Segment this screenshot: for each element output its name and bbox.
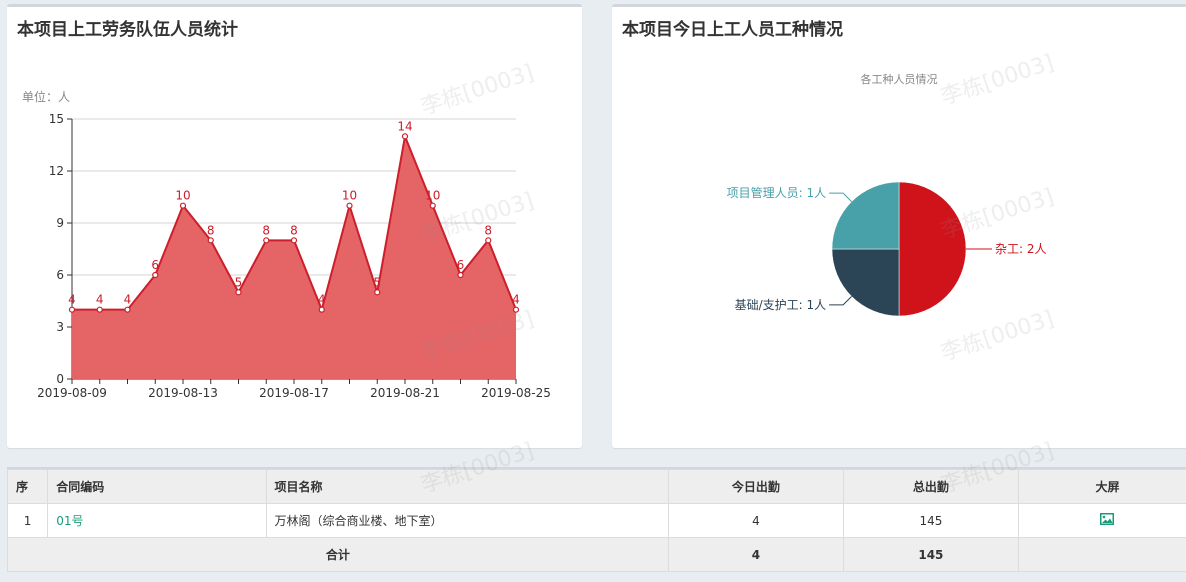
pie-slice [831, 248, 900, 317]
data-label: 4 [318, 293, 326, 307]
image-icon[interactable] [1100, 513, 1115, 528]
area-fill [72, 136, 516, 379]
x-tick-label: 2019-08-13 [148, 386, 218, 400]
data-label: 5 [235, 275, 243, 289]
attendance-table: 序 合同编码 项目名称 今日出勤 总出勤 大屏 1 01号 万林阁（综合商业楼、… [6, 469, 1186, 572]
y-tick-label: 0 [56, 372, 64, 386]
total-label: 合计 [7, 537, 669, 572]
data-label: 4 [124, 293, 132, 307]
worker-stats-panel: 本项目上工劳务队伍人员统计 单位：人 0 3 6 9 12 15 2019-08-09 2019… [7, 4, 582, 448]
x-tick-label: 2019-08-17 [259, 386, 329, 400]
cell-project: 万林阁（综合商业楼、地下室） [265, 503, 669, 538]
data-label: 10 [425, 189, 440, 203]
work-type-panel: 本项目今日上工人员工种情况 各工种人员情况 杂工: 2人 基础/支护工: 1人 项目管… [612, 4, 1186, 448]
data-label: 8 [262, 223, 270, 237]
pie-label-line [829, 192, 852, 202]
data-point [318, 306, 325, 313]
header-project: 项目名称 [265, 469, 669, 504]
pie-label-line [829, 296, 852, 306]
y-tick-label: 9 [56, 216, 64, 230]
data-point [96, 306, 103, 313]
data-point [207, 237, 214, 244]
x-tick-label: 2019-08-21 [370, 386, 440, 400]
cell-contract: 01号 [47, 503, 267, 538]
data-point [124, 306, 131, 313]
table-row: 1 01号 万林阁（综合商业楼、地下室） 4 145 [6, 503, 1186, 538]
y-tick-label: 12 [49, 164, 64, 178]
pie-label: 项目管理人员: 1人 [727, 185, 827, 200]
data-point [512, 306, 520, 313]
cell-screen [1017, 503, 1186, 538]
x-tick-label: 2019-08-25 [481, 386, 551, 400]
data-point [290, 237, 298, 244]
data-label: 6 [457, 258, 465, 272]
cell-seq: 1 [6, 503, 49, 538]
data-label: 4 [96, 293, 104, 307]
data-point [374, 289, 381, 296]
pie-label: 杂工: 2人 [995, 242, 1047, 256]
table-total-row: 合计 4 145 [7, 537, 1186, 572]
data-point [457, 271, 464, 279]
data-point [235, 289, 242, 296]
total-total: 145 [842, 537, 1019, 572]
header-seq: 序 [6, 469, 49, 504]
cell-today: 4 [667, 503, 844, 538]
header-screen: 大屏 [1017, 469, 1186, 504]
pie-slice [831, 181, 900, 250]
data-label: 8 [484, 223, 492, 237]
data-label: 8 [207, 223, 215, 237]
data-point [485, 237, 492, 244]
work-type-pie-chart: 各工种人员情况杂工: 2人基础/支护工: 1人 项目管理人员: 1人 [727, 72, 1047, 317]
total-screen [1017, 537, 1186, 572]
data-point [263, 237, 270, 244]
data-label: 8 [290, 223, 298, 237]
data-label: 10 [175, 189, 190, 203]
header-contract: 合同编码 [47, 469, 267, 504]
y-tick-label: 15 [49, 112, 64, 126]
data-label: 5 [373, 275, 381, 289]
data-label: 10 [342, 189, 357, 203]
data-point [429, 202, 436, 209]
cell-total: 145 [842, 503, 1019, 538]
pie-label: 基础/支护工: 1人 [735, 298, 827, 312]
data-point [152, 271, 159, 279]
attendance-table-container: 序 合同编码 项目名称 今日出勤 总出勤 大屏 1 01号 万林阁（综合商业楼、… [6, 467, 1186, 572]
pie-slice [898, 181, 967, 317]
worker-count-area-chart: 单位：人 0 3 6 9 12 15 2019-08-09 2019-08-13 2019-08-… [22, 89, 551, 400]
data-point [346, 202, 353, 209]
data-label: 4 [512, 293, 520, 307]
y-tick-label: 6 [56, 268, 64, 282]
data-label: 14 [397, 119, 412, 133]
data-point [401, 133, 409, 140]
table-header-row: 序 合同编码 项目名称 今日出勤 总出勤 大屏 [6, 469, 1186, 504]
data-point [68, 306, 76, 313]
pie-title: 各工种人员情况 [861, 72, 938, 86]
x-tick-label: 2019-08-09 [37, 386, 107, 400]
data-point [179, 202, 187, 209]
header-total: 总出勤 [842, 469, 1019, 504]
unit-label: 单位：人 [22, 89, 70, 104]
header-today: 今日出勤 [667, 469, 844, 504]
data-label: 4 [68, 293, 76, 307]
y-tick-label: 3 [56, 320, 64, 334]
contract-link[interactable]: 01号 [56, 514, 83, 528]
data-label: 6 [151, 258, 159, 272]
total-today: 4 [667, 537, 844, 572]
